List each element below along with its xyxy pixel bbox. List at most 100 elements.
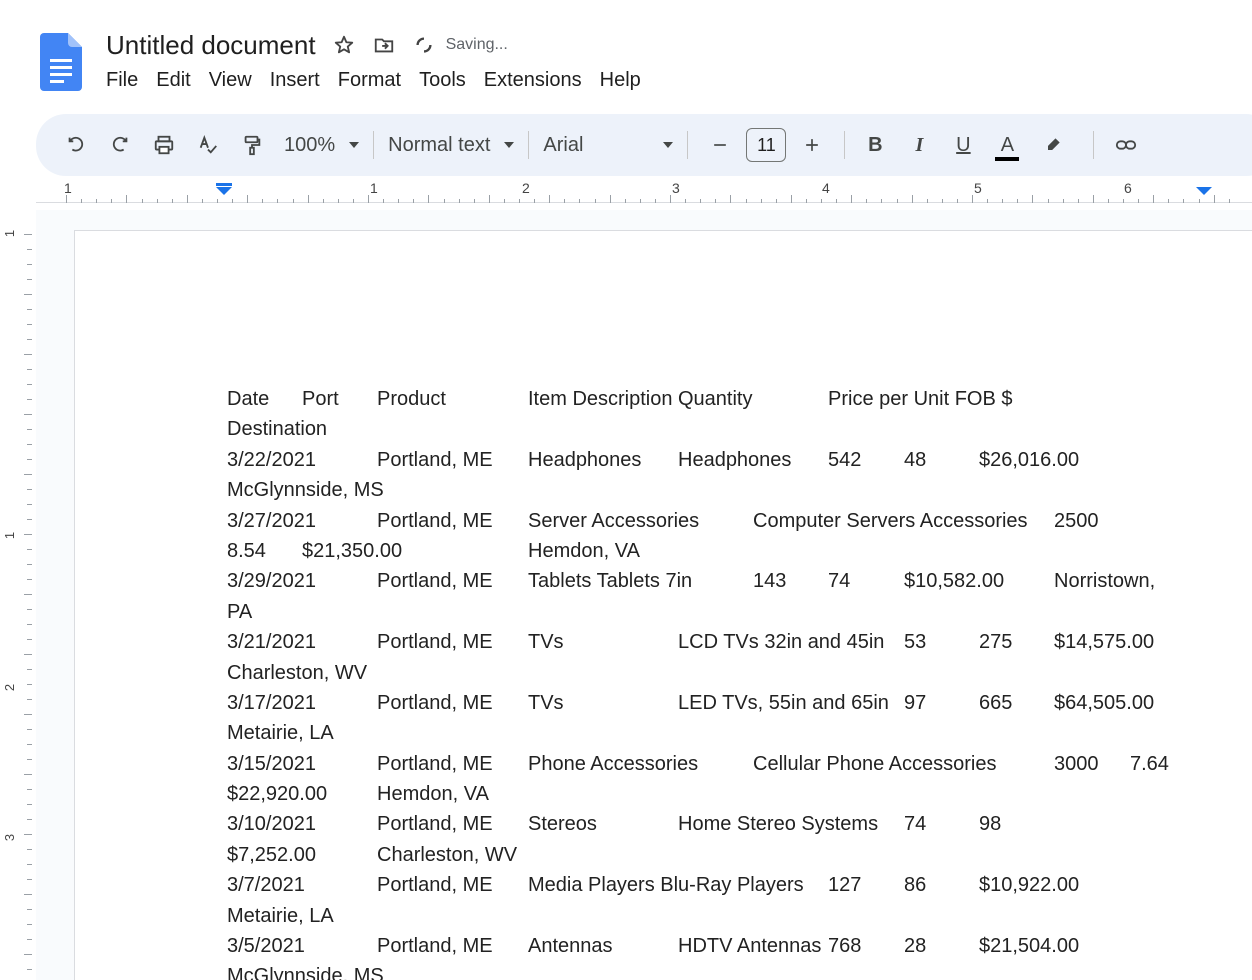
document-line[interactable]: 3/17/2021 Portland, ME TVs LED TVs, 55in an… xyxy=(227,688,1187,718)
document-line[interactable]: Charleston, WV xyxy=(227,658,1187,688)
right-indent-marker[interactable] xyxy=(1196,187,1212,195)
ruler-tick xyxy=(27,549,32,550)
decrease-font-size-icon[interactable] xyxy=(702,127,738,163)
document-line[interactable]: Destination xyxy=(227,414,1187,444)
menu-file[interactable]: File xyxy=(100,67,144,94)
print-icon[interactable] xyxy=(146,127,182,163)
ruler-baseline xyxy=(36,202,1252,203)
ruler-tick xyxy=(27,309,32,310)
chevron-down-icon xyxy=(504,142,515,148)
document-line[interactable]: $22,920.00 Hemdon, VA xyxy=(227,779,1187,809)
document-line[interactable]: McGlynnside, MS xyxy=(227,961,1187,980)
document-line[interactable]: McGlynnside, MS xyxy=(227,475,1187,505)
ruler-tick xyxy=(685,199,687,203)
document-line[interactable]: $7,252.00 Charleston, WV xyxy=(227,840,1187,870)
text-segment: 74 xyxy=(828,570,851,593)
ruler-tick xyxy=(27,399,32,400)
text-segment: 97 xyxy=(904,691,927,714)
document-line[interactable]: 3/15/2021 Portland, ME Phone Accessories Ce… xyxy=(227,749,1187,779)
formatting-toolbar: 100% Normal text Arial 11 B I U A xyxy=(36,114,1252,176)
document-line[interactable]: PA xyxy=(227,597,1187,627)
menu-insert[interactable]: Insert xyxy=(264,67,326,94)
document-line[interactable]: 8.54 $21,350.00 Hemdon, VA xyxy=(227,536,1187,566)
text-segment: Home Stereo Systems xyxy=(678,813,879,836)
paragraph-style-select[interactable]: Normal text xyxy=(388,134,515,157)
vertical-ruler[interactable]: 1 1 2 3 xyxy=(0,210,36,980)
spellcheck-icon[interactable] xyxy=(190,127,226,163)
font-size-input[interactable]: 11 xyxy=(746,128,787,162)
ruler-tick xyxy=(443,199,445,203)
bold-button[interactable]: B xyxy=(859,134,891,157)
italic-button[interactable]: I xyxy=(903,134,935,157)
ruler-number: 4 xyxy=(822,180,830,196)
ruler-number: 2 xyxy=(522,180,530,196)
increase-font-size-icon[interactable] xyxy=(794,127,830,163)
text-segment: 3000 xyxy=(1054,752,1099,775)
menu-format[interactable]: Format xyxy=(332,67,407,94)
undo-icon[interactable] xyxy=(58,127,94,163)
move-to-folder-icon[interactable] xyxy=(372,33,396,57)
ruler-tick xyxy=(27,759,32,760)
insert-link-icon[interactable] xyxy=(1108,127,1144,163)
text-segment: LCD TVs 32in and 45in xyxy=(678,631,885,654)
document-canvas[interactable]: Date Port Product Item Description Quantity P… xyxy=(36,210,1252,980)
menu-tools[interactable]: Tools xyxy=(413,67,472,94)
ruler-tick xyxy=(458,199,460,203)
document-title[interactable]: Untitled document xyxy=(106,30,316,61)
ruler-number: 3 xyxy=(672,180,680,196)
left-indent-marker[interactable] xyxy=(216,187,232,195)
menu-edit[interactable]: Edit xyxy=(150,67,196,94)
document-line[interactable]: 3/5/2021 Portland, ME Antennas HDTV Antenna… xyxy=(227,931,1187,961)
document-line[interactable]: 3/21/2021 Portland, ME TVs LCD TVs 32in and… xyxy=(227,627,1187,657)
ruler-tick xyxy=(217,199,218,203)
menu-extensions[interactable]: Extensions xyxy=(478,67,588,94)
document-page[interactable]: Date Port Product Item Description Quantity P… xyxy=(74,230,1252,980)
text-segment: Price per Unit FOB $ xyxy=(828,388,1013,410)
docs-logo-icon[interactable] xyxy=(40,33,82,91)
ruler-number: 2 xyxy=(2,683,18,692)
ruler-tick xyxy=(24,714,32,715)
paint-format-icon[interactable] xyxy=(234,127,270,163)
text-segment: 53 xyxy=(904,631,927,654)
ruler-number: 1 xyxy=(2,229,18,238)
text-segment: 98 xyxy=(979,813,1002,836)
text-segment: Portland, ME xyxy=(377,509,493,532)
document-line[interactable]: 3/10/2021 Portland, ME Stereos Home Stereo … xyxy=(227,809,1187,839)
document-line[interactable]: Date Port Product Item Description Quantity P… xyxy=(227,384,1187,414)
first-line-indent-marker[interactable] xyxy=(216,183,232,186)
menu-help[interactable]: Help xyxy=(594,67,647,94)
ruler-tick xyxy=(881,199,883,203)
star-icon[interactable] xyxy=(332,33,356,57)
ruler-tick xyxy=(27,519,32,520)
ruler-tick xyxy=(24,234,32,235)
ruler-tick xyxy=(941,199,943,203)
font-family-select[interactable]: Arial xyxy=(543,134,674,157)
ruler-tick xyxy=(96,199,98,203)
text-segment: 3/5/2021 xyxy=(227,935,305,958)
ruler-tick xyxy=(24,834,32,835)
document-line[interactable]: 3/29/2021 Portland, ME Tablets Tablets 7in… xyxy=(227,566,1187,596)
document-line[interactable]: 3/27/2021 Portland, ME Server Accessories C… xyxy=(227,506,1187,536)
zoom-value: 100% xyxy=(284,133,336,156)
document-line[interactable]: Metairie, LA xyxy=(227,718,1187,748)
ruler-tick xyxy=(24,774,32,775)
text-segment: 3/10/2021 xyxy=(227,813,316,836)
highlight-pen-icon[interactable] xyxy=(1035,127,1071,163)
document-line[interactable]: Metairie, LA xyxy=(227,901,1187,931)
document-line[interactable]: 3/7/2021 Portland, ME Media Players Blu-Ra… xyxy=(227,870,1187,900)
ruler-tick xyxy=(322,199,324,203)
ruler-tick xyxy=(609,195,611,203)
horizontal-ruler[interactable]: 1 1 2 3 4 5 6 xyxy=(36,178,1252,206)
redo-icon[interactable] xyxy=(102,127,138,163)
ruler-tick xyxy=(972,195,973,203)
menu-view[interactable]: View xyxy=(203,67,258,94)
ruler-tick xyxy=(27,669,32,670)
text-segment: Portland, ME xyxy=(377,813,493,836)
ruler-tick xyxy=(27,324,32,325)
zoom-select[interactable]: 100% xyxy=(284,133,360,157)
underline-button[interactable]: U xyxy=(947,134,979,157)
text-segment: HDTV Antennas xyxy=(678,935,822,958)
document-body[interactable]: Date Port Product Item Description Quantity P… xyxy=(227,384,1187,980)
document-line[interactable]: 3/22/2021 Portland, ME Headphones Headphone… xyxy=(227,445,1187,475)
text-color-button[interactable]: A xyxy=(991,134,1023,161)
